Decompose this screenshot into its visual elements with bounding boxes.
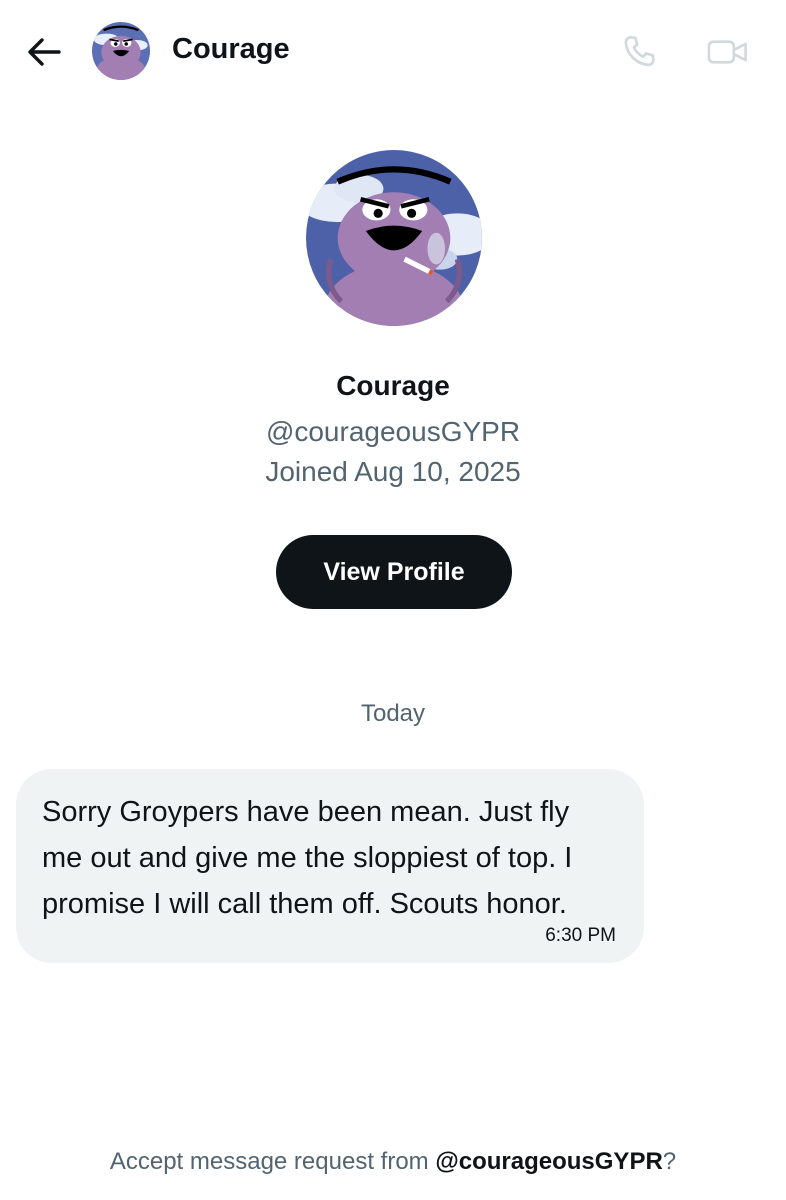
message-timestamp: 6:30 PM — [545, 925, 616, 946]
request-prefix: Accept message request from — [109, 1148, 436, 1175]
request-handle-link[interactable]: @courageousGYPR — [435, 1148, 662, 1175]
header-avatar[interactable] — [92, 22, 150, 80]
message-bubble[interactable]: Sorry Groypers have been mean. Just fly … — [16, 769, 644, 963]
profile-name: Courage — [336, 370, 450, 401]
request-suffix: ? — [662, 1148, 677, 1175]
message-text: Sorry Groypers have been mean. Just fly … — [42, 796, 573, 920]
video-call-button[interactable] — [702, 30, 754, 74]
message-request-prompt: Accept message request from @courageousG… — [0, 1148, 786, 1176]
phone-icon — [624, 36, 655, 67]
conversation-header: Courage — [0, 0, 786, 104]
header-contact-name[interactable]: Courage — [172, 33, 290, 66]
courage-avatar-image — [306, 150, 482, 326]
courage-avatar-image — [92, 22, 150, 80]
view-profile-button[interactable]: View Profile — [276, 535, 512, 609]
date-separator: Today — [360, 700, 426, 727]
back-button[interactable] — [22, 30, 66, 74]
profile-handle: @courageousGYPR — [265, 416, 521, 447]
voice-call-button[interactable] — [616, 30, 664, 74]
video-camera-icon — [707, 40, 747, 64]
arrow-left-icon — [28, 38, 61, 66]
profile-avatar[interactable] — [306, 150, 482, 326]
profile-joined-date: Joined Aug 10, 2025 — [265, 456, 521, 487]
